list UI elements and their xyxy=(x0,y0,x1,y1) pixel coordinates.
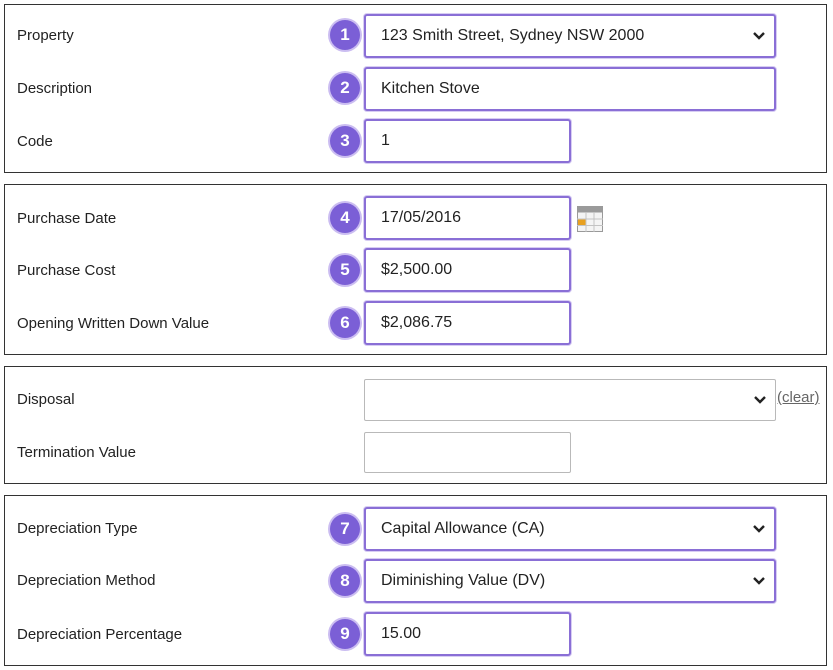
disposal-select[interactable] xyxy=(364,379,776,421)
purchase-section: Purchase Date 4 17/05/2016 Purchase Cost… xyxy=(4,184,827,355)
opening-wdv-label: Opening Written Down Value xyxy=(17,315,210,332)
opening-wdv-input[interactable]: $2,086.75 xyxy=(364,301,571,345)
disposal-label: Disposal xyxy=(17,391,75,408)
chevron-down-icon xyxy=(754,396,766,404)
property-select[interactable]: 123 Smith Street, Sydney NSW 2000 xyxy=(364,14,776,58)
property-select-value: 123 Smith Street, Sydney NSW 2000 xyxy=(381,27,645,44)
depreciation-method-label: Depreciation Method xyxy=(17,572,156,589)
step-badge-1: 1 xyxy=(330,20,360,50)
depreciation-type-label: Depreciation Type xyxy=(17,520,138,537)
calendar-icon[interactable] xyxy=(577,206,603,232)
chevron-down-icon xyxy=(753,525,765,533)
property-label: Property xyxy=(17,27,74,44)
purchase-date-input[interactable]: 17/05/2016 xyxy=(364,196,571,240)
depreciation-method-select[interactable]: Diminishing Value (DV) xyxy=(364,559,776,603)
depreciation-section: Depreciation Type 7 Capital Allowance (C… xyxy=(4,495,827,666)
termination-value-label: Termination Value xyxy=(17,444,136,461)
depreciation-type-select[interactable]: Capital Allowance (CA) xyxy=(364,507,776,551)
step-badge-3: 3 xyxy=(330,126,360,156)
chevron-down-icon xyxy=(753,577,765,585)
clear-disposal-link[interactable]: (clear) xyxy=(777,389,820,406)
property-section: Property 1 123 Smith Street, Sydney NSW … xyxy=(4,4,827,173)
step-badge-9: 9 xyxy=(330,619,360,649)
step-badge-7: 7 xyxy=(330,514,360,544)
code-label: Code xyxy=(17,133,53,150)
chevron-down-icon xyxy=(753,32,765,40)
depreciation-type-value: Capital Allowance (CA) xyxy=(381,520,545,537)
step-badge-5: 5 xyxy=(330,255,360,285)
code-input[interactable]: 1 xyxy=(364,119,571,163)
step-badge-4: 4 xyxy=(330,203,360,233)
step-badge-8: 8 xyxy=(330,566,360,596)
disposal-section: Disposal (clear) Termination Value xyxy=(4,366,827,484)
depreciation-percentage-label: Depreciation Percentage xyxy=(17,626,183,643)
step-badge-6: 6 xyxy=(330,308,360,338)
description-label: Description xyxy=(17,80,93,97)
depreciation-method-value: Diminishing Value (DV) xyxy=(381,572,546,589)
depreciation-percentage-input[interactable]: 15.00 xyxy=(364,612,571,656)
purchase-cost-label: Purchase Cost xyxy=(17,262,116,279)
description-input[interactable]: Kitchen Stove xyxy=(364,67,776,111)
purchase-cost-input[interactable]: $2,500.00 xyxy=(364,248,571,292)
purchase-date-label: Purchase Date xyxy=(17,210,117,227)
termination-value-input[interactable] xyxy=(364,432,571,473)
step-badge-2: 2 xyxy=(330,73,360,103)
